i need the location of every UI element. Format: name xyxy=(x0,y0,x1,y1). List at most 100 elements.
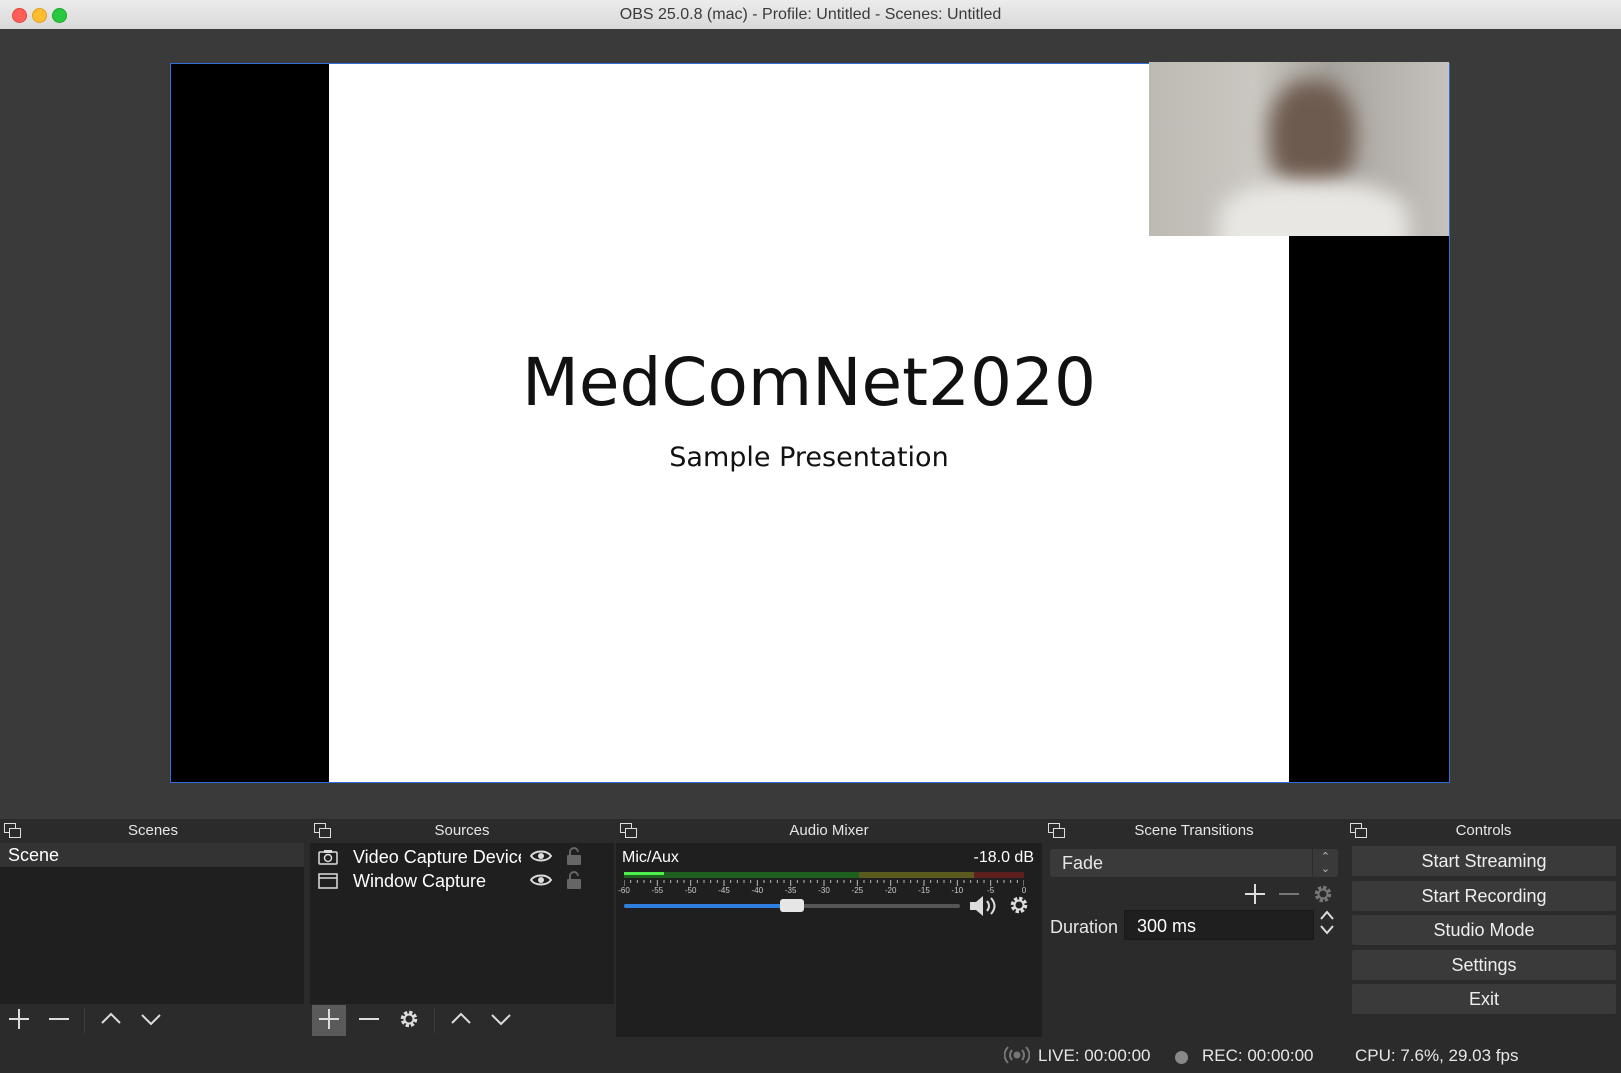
add-source-button[interactable] xyxy=(312,1005,346,1036)
cpu-fps-readout: CPU: 7.6%, 29.03 fps xyxy=(1355,1046,1519,1065)
source-item-window-capture[interactable]: Window Capture xyxy=(310,869,614,893)
sources-toolbar xyxy=(310,1004,614,1037)
meter-scale-label: -35 xyxy=(784,886,797,895)
scene-transitions-dock: Scene Transitions Fade ⌃ ⌄ Duration 300 m… xyxy=(1044,819,1344,1037)
sources-dock: Sources Video Capture Device Window Capt… xyxy=(310,819,614,1037)
start-recording-button[interactable]: Start Recording xyxy=(1352,881,1616,911)
meter-scale-label: -45 xyxy=(718,886,730,895)
scenes-title: Scenes xyxy=(127,822,179,839)
volume-slider[interactable] xyxy=(624,899,960,912)
transition-properties-gear-icon[interactable] xyxy=(1312,883,1334,905)
meter-scale-label: -25 xyxy=(851,886,864,895)
chevron-up-icon xyxy=(451,1012,471,1024)
duration-input[interactable]: 300 ms xyxy=(1124,910,1314,940)
transition-selected-value: Fade xyxy=(1062,853,1104,873)
minus-icon xyxy=(359,1018,379,1020)
meter-level xyxy=(624,872,664,875)
meter-scale-label: -55 xyxy=(651,886,664,895)
status-bar: LIVE: 00:00:00 REC: 00:00:00 CPU: 7.6%, … xyxy=(0,1037,1621,1073)
webcam-person-head xyxy=(1269,80,1355,192)
remove-transition-button[interactable] xyxy=(1278,883,1300,905)
exit-button[interactable]: Exit xyxy=(1352,984,1616,1014)
meter-yellow-zone xyxy=(859,872,974,878)
minus-icon xyxy=(49,1018,69,1020)
scene-transitions-header: Scene Transitions xyxy=(1044,819,1344,843)
undock-icon[interactable] xyxy=(620,823,637,838)
lock-icon[interactable] xyxy=(566,871,582,890)
sources-header: Sources xyxy=(310,819,614,843)
speaker-icon[interactable] xyxy=(968,894,1000,918)
add-scene-button[interactable] xyxy=(2,1005,36,1036)
meter-scale-label: -10 xyxy=(951,886,964,895)
chevron-down-icon xyxy=(141,1014,161,1026)
meter-scale-label: -30 xyxy=(818,886,830,895)
gear-icon xyxy=(400,1010,418,1028)
webcam-person-body xyxy=(1219,180,1409,236)
volume-slider-handle[interactable] xyxy=(780,899,804,912)
controls-title: Controls xyxy=(1455,822,1512,839)
slide-subtitle: Sample Presentation xyxy=(669,442,949,473)
undock-icon[interactable] xyxy=(1350,823,1367,838)
eye-icon[interactable] xyxy=(530,848,552,864)
audio-mixer-header: Audio Mixer xyxy=(616,819,1042,843)
camera-icon xyxy=(318,850,338,865)
chevron-down-icon[interactable] xyxy=(1319,924,1335,936)
move-source-up-button[interactable] xyxy=(444,1005,478,1036)
duration-label: Duration xyxy=(1050,917,1119,937)
window-title: OBS 25.0.8 (mac) - Profile: Untitled - S… xyxy=(619,6,1002,23)
controls-dock: Controls Start Streaming Start Recording… xyxy=(1346,819,1621,1037)
studio-mode-button[interactable]: Studio Mode xyxy=(1352,915,1616,945)
plus-icon xyxy=(319,1009,339,1029)
duration-stepper[interactable] xyxy=(1316,909,1338,941)
start-streaming-button[interactable]: Start Streaming xyxy=(1352,846,1616,876)
plus-icon xyxy=(9,1009,29,1029)
move-scene-down-button[interactable] xyxy=(134,1005,168,1036)
move-source-down-button[interactable] xyxy=(484,1005,518,1036)
chevron-down-icon xyxy=(491,1014,511,1026)
add-transition-button[interactable] xyxy=(1244,883,1266,905)
webcam-feed xyxy=(1149,62,1449,236)
source-item-video-capture[interactable]: Video Capture Device xyxy=(310,845,614,869)
toolbar-divider xyxy=(84,1008,85,1033)
preview-area: MedComNet2020 Sample Presentation xyxy=(0,29,1621,819)
volume-meter xyxy=(624,872,1024,878)
undock-icon[interactable] xyxy=(314,823,331,838)
select-arrows-icon: ⌃ ⌄ xyxy=(1312,849,1338,877)
scene-transitions-title: Scene Transitions xyxy=(1134,822,1254,839)
source-properties-button[interactable] xyxy=(392,1005,426,1036)
audio-mixer-body: Mic/Aux -18.0 dB -60 -55 -50 -45 -40 -35 -30 -2… xyxy=(616,843,1042,1037)
remove-scene-button[interactable] xyxy=(42,1005,76,1036)
audio-channel-db: -18.0 dB xyxy=(973,849,1034,866)
live-broadcast-icon xyxy=(1004,1046,1030,1064)
title-bar: OBS 25.0.8 (mac) - Profile: Untitled - S… xyxy=(0,0,1621,30)
meter-scale-label: -60 xyxy=(618,886,630,895)
volume-slider-fill xyxy=(624,904,792,908)
meter-scale-label: -15 xyxy=(918,886,930,895)
audio-mixer-dock: Audio Mixer Mic/Aux -18.0 dB -60 -55 -50 -4… xyxy=(616,819,1042,1037)
meter-red-zone xyxy=(974,872,1024,878)
slide-title: MedComNet2020 xyxy=(521,344,1097,421)
move-scene-up-button[interactable] xyxy=(94,1005,128,1036)
controls-body: Start Streaming Start Recording Studio M… xyxy=(1346,843,1621,1037)
audio-mixer-title: Audio Mixer xyxy=(789,822,869,839)
remove-source-button[interactable] xyxy=(352,1005,386,1036)
window-icon xyxy=(318,873,338,889)
preview-canvas[interactable]: MedComNet2020 Sample Presentation xyxy=(170,62,1450,783)
scene-item[interactable]: Scene xyxy=(0,843,304,867)
scenes-dock: Scenes Scene xyxy=(0,819,306,1037)
gear-icon[interactable] xyxy=(1008,894,1030,916)
rec-timer: REC: 00:00:00 xyxy=(1202,1046,1314,1065)
scenes-toolbar xyxy=(0,1004,304,1037)
source-label: Video Capture Device xyxy=(353,847,521,867)
settings-button[interactable]: Settings xyxy=(1352,950,1616,980)
eye-icon[interactable] xyxy=(530,872,552,888)
scene-transitions-body: Fade ⌃ ⌄ Duration 300 ms xyxy=(1044,843,1344,1037)
lock-icon[interactable] xyxy=(566,847,582,866)
undock-icon[interactable] xyxy=(1048,823,1065,838)
chevron-up-icon[interactable] xyxy=(1319,909,1335,921)
sources-title: Sources xyxy=(434,822,490,839)
meter-scale-label: -40 xyxy=(751,886,764,895)
transition-select[interactable]: Fade ⌃ ⌄ xyxy=(1050,849,1338,877)
controls-header: Controls xyxy=(1346,819,1621,843)
undock-icon[interactable] xyxy=(4,823,21,838)
